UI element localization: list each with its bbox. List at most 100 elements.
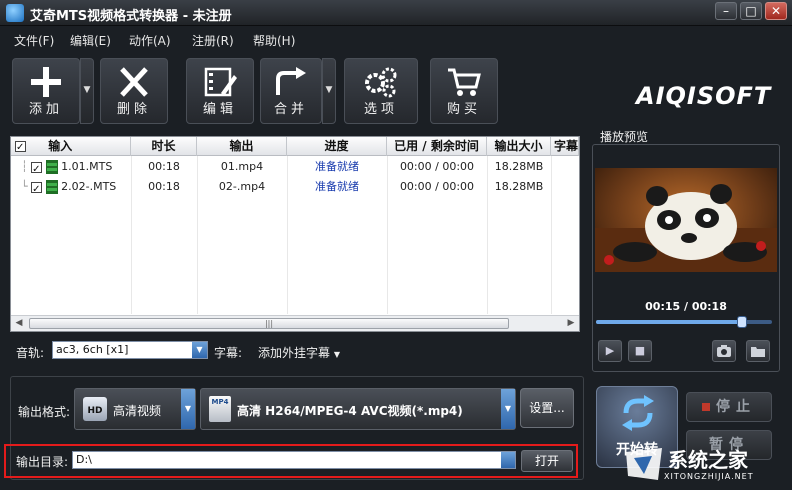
add-label: 添加 (28, 102, 63, 117)
video-preview (595, 168, 777, 272)
menu-help[interactable]: 帮助(H) (253, 32, 295, 49)
row-output: 01.mp4 (220, 160, 264, 173)
title-bar: 艾奇MTS视频格式转换器 - 未注册 – □ ✕ (0, 0, 792, 26)
row-size: 18.28MB (494, 160, 544, 173)
window-title: 艾奇MTS视频格式转换器 - 未注册 (30, 9, 232, 24)
header-progress[interactable]: 进度 (287, 137, 387, 156)
output-dir-label: 输出目录: (16, 455, 69, 469)
audio-track-value: ac3, 6ch [x1] (56, 343, 129, 356)
menu-register[interactable]: 注册(R) (192, 32, 234, 49)
minimize-button[interactable]: – (715, 2, 737, 20)
subtitle-select[interactable]: 添加外挂字幕 ▼ (258, 344, 340, 361)
merge-dropdown[interactable]: ▼ (322, 58, 336, 124)
merge-label: 合并 (273, 102, 308, 117)
watermark-url: XITONGZHIJIA.NET (664, 472, 754, 481)
camera-icon (717, 345, 731, 357)
format-profile-value: 高清 H264/MPEG-4 AVC视频(*.mp4) (237, 404, 463, 418)
film-icon (45, 160, 58, 174)
chevron-down-icon: ▼ (192, 342, 207, 358)
row-checkbox[interactable] (31, 180, 43, 196)
format-category-select[interactable]: HD 高清视频 ▼ (74, 388, 196, 430)
audio-subtitle-row: 音轨: ac3, 6ch [x1] ▼ 字幕: 添加外挂字幕 ▼ (10, 340, 580, 362)
film-edit-icon (204, 67, 237, 97)
add-dropdown[interactable]: ▼ (80, 58, 94, 124)
output-format-label: 输出格式: (18, 405, 71, 419)
cross-icon (120, 67, 148, 97)
row-input: 1.01.MTS (61, 160, 113, 173)
table-row[interactable]: ┆ 1.01.MTS 00:18 01.mp4 准备就绪 00:00 / 00:… (11, 157, 579, 177)
row-status: 准备就绪 (315, 180, 359, 193)
settings-button[interactable]: 设置... (520, 388, 574, 428)
header-size[interactable]: 输出大小 (487, 137, 551, 156)
play-icon: ▶ (605, 344, 615, 357)
menu-action[interactable]: 动作(A) (129, 32, 171, 49)
file-table: 输入 时长 输出 进度 已用 / 剩余时间 输出大小 字幕 ┆ 1.01.MTS… (10, 136, 580, 332)
delete-label: 删除 (116, 102, 151, 117)
header-duration[interactable]: 时长 (131, 137, 197, 156)
table-row[interactable]: └ 2.02-.MTS 00:18 02-.mp4 准备就绪 00:00 / 0… (11, 177, 579, 197)
hd-icon: HD (83, 397, 107, 421)
stop-square-icon (702, 403, 710, 411)
buy-button[interactable]: 购买 (430, 58, 498, 124)
stop-button[interactable]: 停止 (686, 392, 772, 422)
options-label: 选项 (363, 102, 398, 117)
chevron-down-icon (501, 452, 515, 468)
open-folder-button[interactable] (746, 340, 770, 362)
merge-button[interactable]: 合并 (260, 58, 322, 124)
film-icon (45, 180, 58, 194)
scroll-right-icon[interactable]: ▶ (563, 316, 579, 331)
row-checkbox[interactable] (31, 160, 43, 176)
header-time[interactable]: 已用 / 剩余时间 (387, 137, 487, 156)
snapshot-button[interactable] (712, 340, 736, 362)
output-dir-input[interactable]: D:\ (72, 451, 516, 469)
panda-scene-image (595, 184, 777, 272)
gears-icon (365, 67, 397, 98)
site-watermark: 系统之家 XITONGZHIJIA.NET (620, 442, 792, 490)
play-button[interactable]: ▶ (598, 340, 622, 362)
stop-icon: ■ (634, 344, 646, 357)
add-button[interactable]: 添加 (12, 58, 80, 124)
format-profile-select[interactable]: MP4 高清 H264/MPEG-4 AVC视频(*.mp4) ▼ (200, 388, 516, 430)
row-input: 2.02-.MTS (61, 180, 117, 193)
seek-progress (596, 320, 743, 324)
close-button[interactable]: ✕ (765, 2, 787, 20)
maximize-button[interactable]: □ (740, 2, 762, 20)
folder-icon (751, 347, 765, 357)
scroll-thumb[interactable]: ||| (29, 318, 509, 329)
header-output[interactable]: 输出 (197, 137, 287, 156)
toolbar: 添加 ▼ 删除 编辑 合并 ▼ 选项 购买 AIQISOFT (0, 52, 792, 130)
select-all-checkbox[interactable] (15, 139, 26, 156)
stop-preview-button[interactable]: ■ (628, 340, 652, 362)
watermark-logo-icon (626, 448, 662, 480)
seek-handle[interactable] (737, 316, 748, 328)
edit-button[interactable]: 编辑 (186, 58, 254, 124)
edit-label: 编辑 (202, 102, 237, 117)
row-size: 18.28MB (494, 180, 544, 193)
convert-arrows-icon (622, 395, 654, 431)
row-duration: 00:18 (148, 180, 180, 193)
open-dir-button[interactable]: 打开 (521, 450, 573, 472)
row-time: 00:00 / 00:00 (399, 160, 475, 173)
scroll-left-icon[interactable]: ◀ (11, 316, 27, 331)
header-input[interactable]: 输入 (11, 137, 131, 156)
preview-title: 播放预览 (600, 130, 649, 144)
chevron-down-icon: ▼ (181, 389, 195, 429)
menu-bar: 文件(F) 编辑(E) 动作(A) 注册(R) 帮助(H) (0, 27, 792, 51)
audio-track-select[interactable]: ac3, 6ch [x1] ▼ (52, 341, 208, 359)
horizontal-scrollbar[interactable]: ◀ ||| ▶ (11, 315, 579, 331)
row-output: 02-.mp4 (218, 180, 266, 193)
brand-logo: AIQISOFT (636, 82, 772, 110)
mp4-icon: MP4 (209, 396, 231, 422)
seek-slider[interactable] (596, 316, 772, 328)
app-icon (6, 4, 24, 22)
options-button[interactable]: 选项 (344, 58, 418, 124)
table-header: 输入 时长 输出 进度 已用 / 剩余时间 输出大小 字幕 (11, 137, 579, 156)
delete-button[interactable]: 删除 (100, 58, 168, 124)
row-status: 准备就绪 (315, 160, 359, 173)
menu-file[interactable]: 文件(F) (14, 32, 54, 49)
menu-edit[interactable]: 编辑(E) (70, 32, 111, 49)
row-time: 00:00 / 00:00 (399, 180, 475, 193)
chevron-down-icon: ▼ (501, 389, 515, 429)
header-subtitle[interactable]: 字幕 (551, 137, 579, 156)
row-duration: 00:18 (148, 160, 180, 173)
